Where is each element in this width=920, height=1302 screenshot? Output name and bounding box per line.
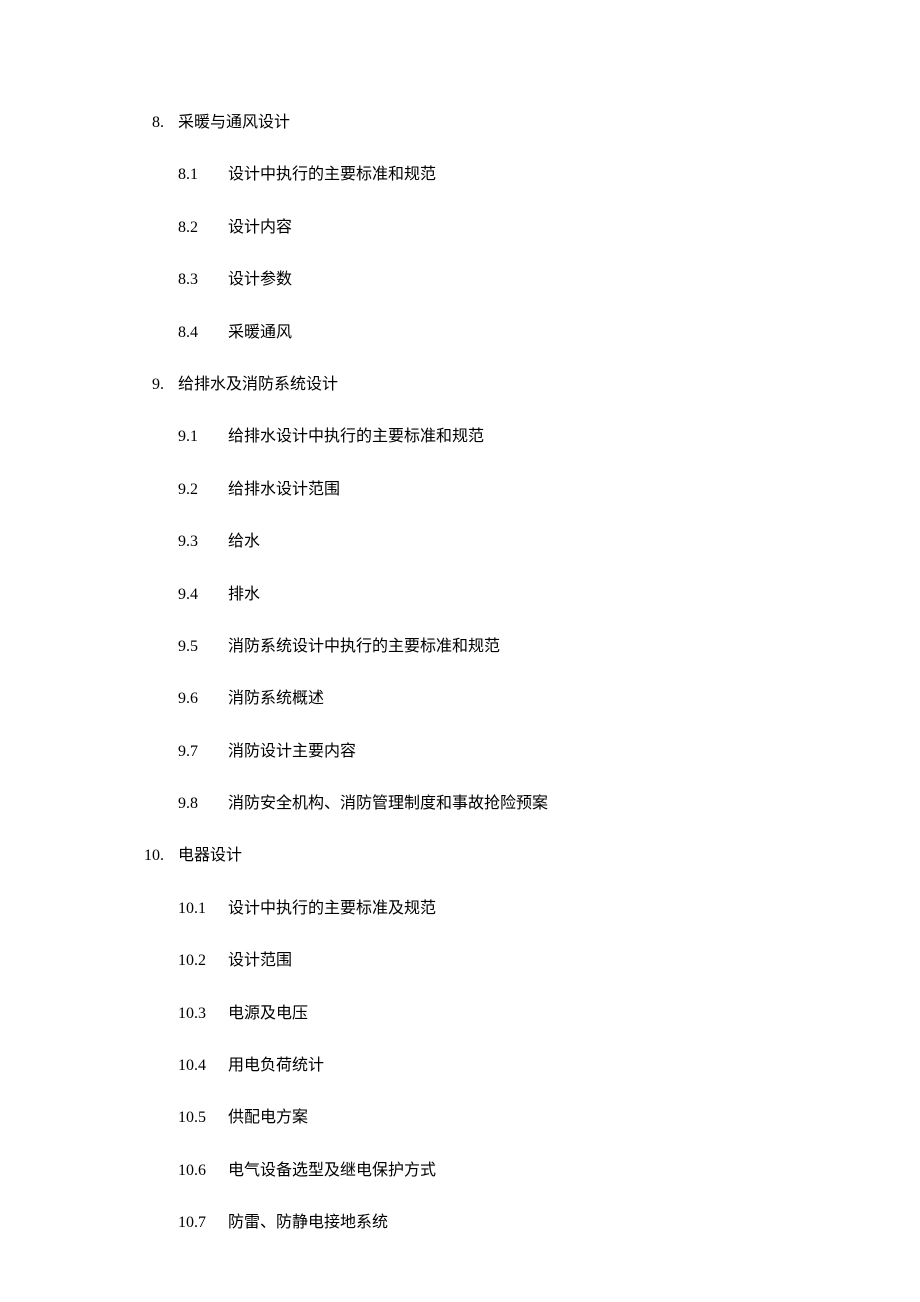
- toc-subsection: 9.1 给排水设计中执行的主要标准和规范: [178, 426, 820, 448]
- toc-subsection-number: 8.1: [178, 164, 214, 186]
- toc-section-title: 给排水及消防系统设计: [178, 374, 338, 396]
- toc-subsection-number: 10.5: [178, 1107, 214, 1129]
- toc-subsection-title: 设计中执行的主要标准和规范: [228, 164, 436, 186]
- toc-subsection-number: 9.6: [178, 688, 214, 710]
- toc-subsection: 9.3 给水: [178, 531, 820, 553]
- toc-section-title: 采暖与通风设计: [178, 112, 290, 134]
- toc-subsection-number: 9.8: [178, 793, 214, 815]
- toc-subsection: 10.4 用电负荷统计: [178, 1055, 820, 1077]
- toc-subsection-title: 消防系统设计中执行的主要标准和规范: [228, 636, 500, 658]
- toc-subsection-title: 给水: [228, 531, 260, 553]
- toc-section-header: 9. 给排水及消防系统设计: [138, 374, 820, 396]
- toc-subsection-number: 9.1: [178, 426, 214, 448]
- toc-subsection-title: 消防安全机构、消防管理制度和事故抢险预案: [228, 793, 548, 815]
- toc-subsection-number: 10.6: [178, 1160, 214, 1182]
- toc-subsection-title: 给排水设计范围: [228, 479, 340, 501]
- toc-subsection-number: 10.3: [178, 1003, 214, 1025]
- toc-subsection-number: 9.4: [178, 584, 214, 606]
- toc-subsection-title: 采暖通风: [228, 322, 292, 344]
- toc-subsection-title: 消防系统概述: [228, 688, 324, 710]
- toc-subsection-number: 10.2: [178, 950, 214, 972]
- toc-section-number: 10.: [138, 845, 164, 867]
- toc-subsection-number: 9.2: [178, 479, 214, 501]
- toc-subsection-title: 电源及电压: [228, 1003, 308, 1025]
- toc-subsection: 8.1 设计中执行的主要标准和规范: [178, 164, 820, 186]
- toc-subsection: 10.2 设计范围: [178, 950, 820, 972]
- toc-subsection-title: 电气设备选型及继电保护方式: [228, 1160, 436, 1182]
- toc-section: 10. 电器设计 10.1 设计中执行的主要标准及规范 10.2 设计范围 10.3 电源及电…: [138, 845, 820, 1234]
- toc-subsection: 10.1 设计中执行的主要标准及规范: [178, 898, 820, 920]
- toc-subsection-number: 8.4: [178, 322, 214, 344]
- toc-subsection: 8.2 设计内容: [178, 217, 820, 239]
- toc-subsection-number: 9.3: [178, 531, 214, 553]
- toc-subsection: 9.5 消防系统设计中执行的主要标准和规范: [178, 636, 820, 658]
- toc-subsection-title: 供配电方案: [228, 1107, 308, 1129]
- toc-subsection-number: 9.7: [178, 741, 214, 763]
- toc-subsection-title: 设计参数: [228, 269, 292, 291]
- toc-subsection: 9.2 给排水设计范围: [178, 479, 820, 501]
- toc-content: 8.采暖与通风设计8.1设计中执行的主要标准和规范8.2设计内容8.3设计参数8…: [138, 112, 820, 1235]
- toc-subsection: 9.4 排水: [178, 584, 820, 606]
- toc-subsection-title: 用电负荷统计: [228, 1055, 324, 1077]
- toc-subsection-number: 10.4: [178, 1055, 214, 1077]
- toc-subsection-number: 8.3: [178, 269, 214, 291]
- toc-section: 8.采暖与通风设计8.1设计中执行的主要标准和规范8.2设计内容8.3设计参数8…: [138, 112, 820, 344]
- toc-subsection: 8.3 设计参数: [178, 269, 820, 291]
- toc-subsection-number: 9.5: [178, 636, 214, 658]
- toc-subsection: 10.3 电源及电压: [178, 1003, 820, 1025]
- toc-section: 9. 给排水及消防系统设计 9.1 给排水设计中执行的主要标准和规范 9.2 给排水设计范…: [138, 374, 820, 816]
- toc-subsection-title: 设计范围: [228, 950, 292, 972]
- toc-subsection-number: 8.2: [178, 217, 214, 239]
- toc-subsection: 9.6 消防系统概述: [178, 688, 820, 710]
- toc-subsection: 10.7 防雷、防静电接地系统: [178, 1212, 820, 1234]
- toc-subsection-title: 设计内容: [228, 217, 292, 239]
- toc-section-header: 8. 采暖与通风设计: [138, 112, 820, 134]
- toc-subsection-title: 给排水设计中执行的主要标准和规范: [228, 426, 484, 448]
- toc-section-title: 电器设计: [178, 845, 242, 867]
- toc-subsection: 9.8 消防安全机构、消防管理制度和事故抢险预案: [178, 793, 820, 815]
- toc-subsection-title: 消防设计主要内容: [228, 741, 356, 763]
- toc-subsection-number: 10.7: [178, 1212, 214, 1234]
- toc-section-number: 8.: [138, 112, 164, 134]
- toc-section-header: 10. 电器设计: [138, 845, 820, 867]
- toc-subsection: 10.6 电气设备选型及继电保护方式: [178, 1160, 820, 1182]
- toc-subsection: 8.4 采暖通风: [178, 322, 820, 344]
- toc-subsection-title: 设计中执行的主要标准及规范: [228, 898, 436, 920]
- toc-section-number: 9.: [138, 374, 164, 396]
- toc-subsection-number: 10.1: [178, 898, 214, 920]
- toc-subsection-title: 排水: [228, 584, 260, 606]
- toc-subsection-title: 防雷、防静电接地系统: [228, 1212, 388, 1234]
- toc-subsection: 10.5 供配电方案: [178, 1107, 820, 1129]
- toc-subsection: 9.7 消防设计主要内容: [178, 741, 820, 763]
